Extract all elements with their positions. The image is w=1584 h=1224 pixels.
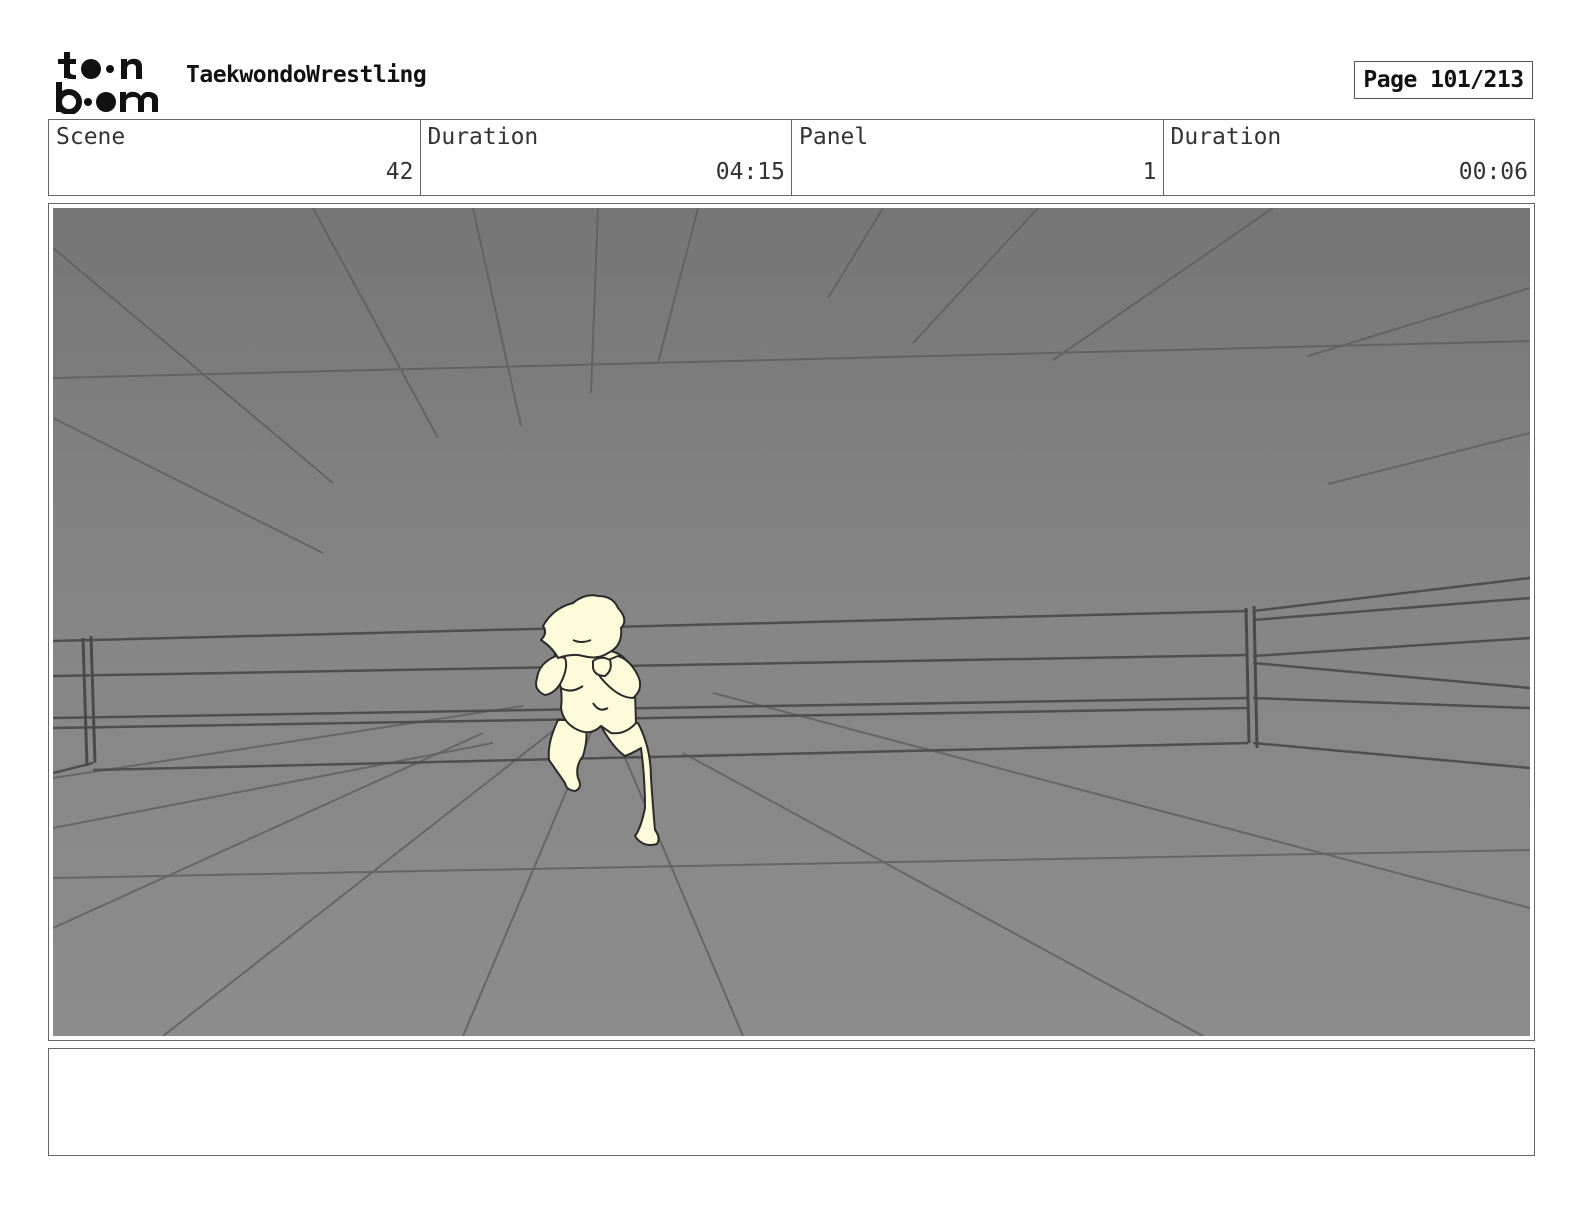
page-indicator: Page 101/213: [1354, 61, 1533, 99]
panel-duration-label: Duration: [1170, 124, 1282, 150]
panel-notes-box: [48, 1048, 1535, 1156]
scene-cell: Scene 42: [49, 120, 421, 195]
panel-cell: Panel 1: [792, 120, 1164, 195]
scene-duration-label: Duration: [427, 124, 539, 150]
scene-duration-cell: Duration 04:15: [421, 120, 792, 195]
toon-boom-logo-icon: [56, 52, 158, 115]
panel-label: Panel: [799, 124, 869, 150]
storyboard-panel-frame: [48, 203, 1535, 1041]
panel-duration-value: 00:06: [1458, 159, 1528, 185]
logo-text: toon boom: [166, 48, 167, 49]
toon-boom-logo: toon boom: [50, 48, 167, 115]
project-title: TaekwondoWrestling: [186, 62, 427, 88]
panel-value: 1: [1142, 159, 1157, 185]
scene-duration-value: 04:15: [715, 159, 785, 185]
storyboard-sketch-image: [53, 208, 1530, 1036]
panel-notes-text: [49, 1049, 1534, 1065]
panel-info-table: Scene 42 Duration 04:15 Panel 1 Duration…: [48, 119, 1535, 196]
scene-label: Scene: [56, 124, 126, 150]
panel-duration-cell: Duration 00:06: [1164, 120, 1535, 195]
scene-value: 42: [385, 159, 414, 185]
